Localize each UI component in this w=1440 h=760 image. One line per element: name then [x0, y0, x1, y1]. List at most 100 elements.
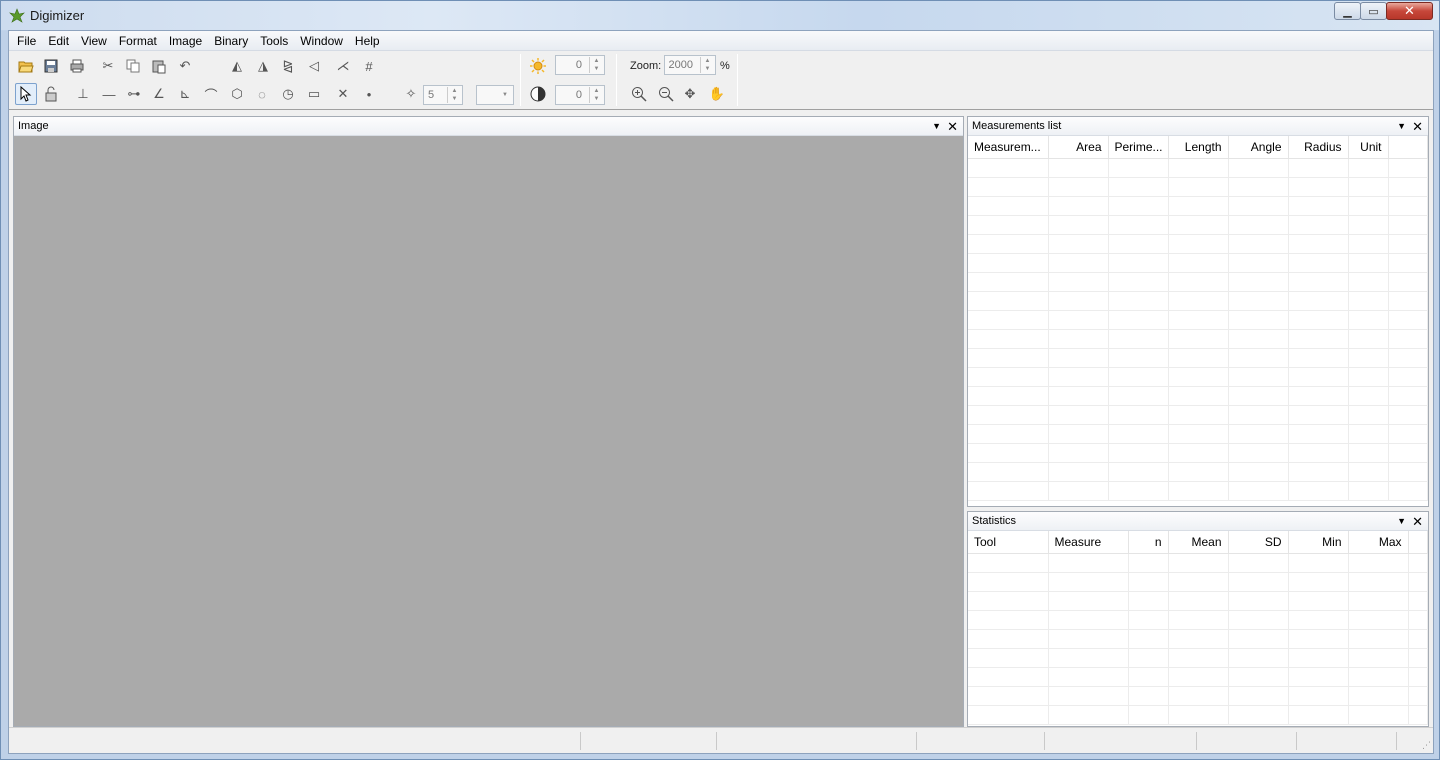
resize-grip-icon[interactable]: ⋰	[1422, 740, 1431, 751]
column-header[interactable]: Measure	[1048, 531, 1129, 554]
color-dropdown[interactable]: ▼	[476, 85, 514, 105]
zoom-spinner[interactable]: 2000 ▲ ▼	[664, 55, 716, 75]
table-cell	[1168, 329, 1229, 349]
table-cell	[1228, 158, 1289, 178]
table-cell	[1048, 424, 1109, 444]
table-cell	[1048, 405, 1109, 425]
status-divider	[1296, 732, 1297, 750]
rectangle-tool-icon[interactable]: ▭	[303, 83, 325, 105]
angle-tool-icon[interactable]: ∠	[148, 83, 170, 105]
table-cell	[968, 329, 1049, 349]
perpendicular-tool-icon[interactable]: ⊾	[174, 83, 196, 105]
menu-file[interactable]: File	[11, 31, 42, 51]
magic-wand-icon[interactable]: ✧	[400, 83, 422, 105]
image-canvas[interactable]	[14, 136, 963, 726]
brightness-value: 0	[575, 59, 582, 71]
table-cell	[1348, 629, 1409, 649]
menu-help[interactable]: Help	[349, 31, 386, 51]
menu-edit[interactable]: Edit	[42, 31, 75, 51]
column-header[interactable]: Radius	[1288, 136, 1349, 159]
measurements-table[interactable]: Measurem... Area Perime... Length Angle …	[968, 136, 1428, 501]
table-cell	[968, 443, 1049, 463]
table-cell	[1408, 553, 1428, 573]
copy-icon[interactable]	[122, 55, 144, 77]
circle-tool-icon[interactable]: ◷	[277, 83, 299, 105]
menu-image[interactable]: Image	[163, 31, 208, 51]
menu-format[interactable]: Format	[113, 31, 163, 51]
zoom-out-icon[interactable]	[655, 83, 677, 105]
table-cell	[1408, 591, 1428, 611]
table-cell	[1168, 272, 1229, 292]
brush-size-spinner[interactable]: 5 ▲ ▼	[423, 85, 463, 105]
column-header[interactable]: Tool	[968, 531, 1049, 554]
panel-menu-icon[interactable]: ▼	[1397, 512, 1406, 531]
table-cell	[1288, 667, 1349, 687]
dot-tool-icon[interactable]: •	[358, 83, 380, 105]
column-header[interactable]: Area	[1048, 136, 1109, 159]
flip-horizontal-icon[interactable]: ⧎	[277, 55, 299, 77]
multiline-tool-icon[interactable]: ⊶	[123, 83, 145, 105]
panel-menu-icon[interactable]: ▼	[932, 117, 941, 136]
freehand-tool-icon[interactable]: ◌	[251, 83, 273, 105]
title-bar[interactable]: Digimizer ▁ ▭ ✕	[1, 1, 1439, 30]
table-row	[968, 367, 1428, 387]
paste-icon[interactable]	[148, 55, 170, 77]
table-row	[968, 610, 1428, 630]
contrast-spinner[interactable]: 0 ▲ ▼	[555, 85, 605, 105]
point-tool-icon[interactable]: ✕	[332, 83, 354, 105]
close-icon[interactable]: ✕	[947, 117, 958, 136]
polygon-tool-icon[interactable]: ⬡	[226, 83, 248, 105]
calibrate-icon[interactable]: ⋌	[332, 55, 354, 77]
column-header[interactable]: Measurem...	[968, 136, 1049, 159]
table-cell	[968, 158, 1049, 178]
zoom-value: 2000	[668, 59, 693, 71]
column-header[interactable]: Length	[1168, 136, 1229, 159]
close-icon[interactable]: ✕	[1412, 512, 1423, 531]
table-row	[968, 158, 1428, 178]
marker-tool-icon[interactable]: ⊥	[72, 83, 94, 105]
table-cell	[1168, 234, 1229, 254]
close-icon[interactable]: ✕	[1412, 117, 1423, 136]
column-header[interactable]: n	[1128, 531, 1169, 554]
rotate-left-icon[interactable]: ◭	[226, 55, 248, 77]
maximize-button[interactable]: ▭	[1360, 2, 1387, 20]
table-cell	[1108, 367, 1169, 387]
column-header[interactable]: Unit	[1348, 136, 1389, 159]
menu-binary[interactable]: Binary	[208, 31, 254, 51]
zoom-label: Zoom:	[630, 60, 662, 72]
open-folder-icon[interactable]	[15, 55, 37, 77]
flip-vertical-icon[interactable]: ◁	[303, 55, 325, 77]
rotate-right-icon[interactable]: ◮	[252, 55, 274, 77]
crop-icon[interactable]: #	[358, 55, 380, 77]
menu-view[interactable]: View	[75, 31, 113, 51]
brightness-spinner[interactable]: 0 ▲ ▼	[555, 55, 605, 75]
curve-tool-icon[interactable]: ⌒	[200, 83, 222, 105]
column-header[interactable]: Min	[1288, 531, 1349, 554]
table-cell	[1108, 253, 1169, 273]
column-header[interactable]: Mean	[1168, 531, 1229, 554]
statistics-table[interactable]: Tool Measure n Mean SD Min Max	[968, 531, 1428, 725]
cut-icon[interactable]: ✂	[97, 55, 119, 77]
table-cell	[1348, 667, 1409, 687]
print-icon[interactable]	[66, 55, 88, 77]
pointer-tool-icon[interactable]	[15, 83, 37, 105]
close-button[interactable]: ✕	[1386, 2, 1433, 20]
menu-tools[interactable]: Tools	[254, 31, 294, 51]
panel-menu-icon[interactable]: ▼	[1397, 117, 1406, 136]
column-header[interactable]: SD	[1228, 531, 1289, 554]
table-cell	[1228, 424, 1289, 444]
pan-hand-icon[interactable]: ✋	[706, 83, 728, 105]
fit-to-window-icon[interactable]: ✥	[679, 83, 701, 105]
minimize-button[interactable]: ▁	[1334, 2, 1361, 20]
zoom-in-icon[interactable]	[628, 83, 650, 105]
line-tool-icon[interactable]: —	[98, 83, 120, 105]
column-header[interactable]: Max	[1348, 531, 1409, 554]
column-header[interactable]: Angle	[1228, 136, 1289, 159]
save-icon[interactable]	[40, 55, 62, 77]
undo-icon[interactable]: ↶	[174, 55, 196, 77]
column-header[interactable]: Perime...	[1108, 136, 1169, 159]
table-cell	[1168, 348, 1229, 368]
menu-window[interactable]: Window	[294, 31, 349, 51]
table-cell	[1128, 705, 1169, 725]
lock-icon[interactable]	[40, 83, 62, 105]
